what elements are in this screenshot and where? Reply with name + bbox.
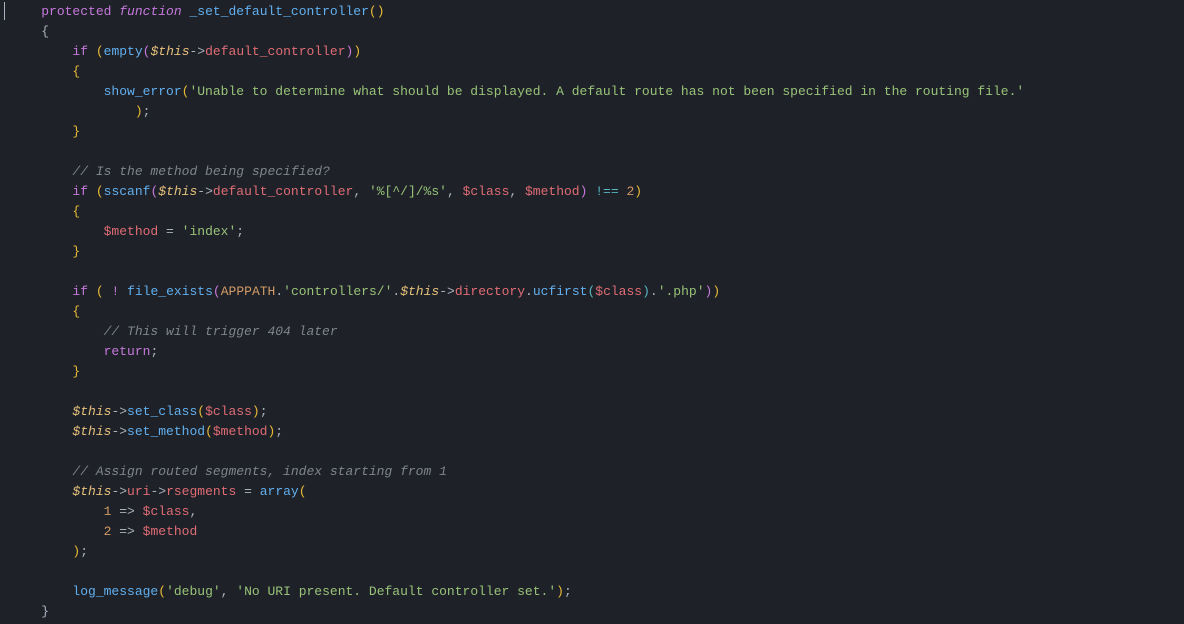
keyword: if [72, 184, 88, 199]
brace: { [72, 64, 80, 79]
code-line[interactable]: $this->set_method($method); [10, 422, 1184, 442]
text-cursor [4, 2, 5, 20]
code-line[interactable]: $method = 'index'; [10, 222, 1184, 242]
code-line[interactable]: { [10, 202, 1184, 222]
function-call: array [260, 484, 299, 499]
code-line[interactable]: } [10, 602, 1184, 622]
comment: // Assign routed segments, index startin… [72, 464, 446, 479]
keyword: if [72, 284, 88, 299]
code-line[interactable] [10, 562, 1184, 582]
brace: } [72, 364, 80, 379]
method-call: set_class [127, 404, 197, 419]
variable: $method [104, 224, 159, 239]
code-line[interactable] [10, 142, 1184, 162]
keyword: function [119, 4, 181, 19]
code-editor[interactable]: protected function _set_default_controll… [0, 0, 1184, 624]
function-call: log_message [72, 584, 158, 599]
code-line[interactable]: // Is the method being specified? [10, 162, 1184, 182]
code-line[interactable]: { [10, 22, 1184, 42]
code-line[interactable]: // This will trigger 404 later [10, 322, 1184, 342]
code-line[interactable]: { [10, 62, 1184, 82]
code-line[interactable]: show_error('Unable to determine what sho… [10, 82, 1184, 102]
code-line[interactable]: ); [10, 542, 1184, 562]
code-line[interactable]: 2 => $method [10, 522, 1184, 542]
keyword: protected [41, 4, 111, 19]
code-line[interactable] [10, 442, 1184, 462]
code-line[interactable]: } [10, 242, 1184, 262]
code-line[interactable]: // Assign routed segments, index startin… [10, 462, 1184, 482]
function-call: empty [104, 44, 143, 59]
code-line[interactable]: return; [10, 342, 1184, 362]
code-line[interactable]: if (sscanf($this->default_controller, '%… [10, 182, 1184, 202]
variable: $this [150, 44, 189, 59]
method-call: set_method [127, 424, 205, 439]
code-line[interactable]: } [10, 122, 1184, 142]
comment: // This will trigger 404 later [104, 324, 338, 339]
code-line[interactable]: 1 => $class, [10, 502, 1184, 522]
string-literal: 'Unable to determine what should be disp… [189, 84, 1024, 99]
constant: APPPATH [221, 284, 276, 299]
brace: } [41, 604, 49, 619]
code-line[interactable]: $this->uri->rsegments = array( [10, 482, 1184, 502]
function-call: file_exists [127, 284, 213, 299]
code-line[interactable]: } [10, 362, 1184, 382]
code-line[interactable]: if ( ! file_exists(APPPATH.'controllers/… [10, 282, 1184, 302]
code-line[interactable]: $this->set_class($class); [10, 402, 1184, 422]
brace: { [72, 304, 80, 319]
brace: } [72, 244, 80, 259]
brace: { [41, 24, 49, 39]
function-call: sscanf [104, 184, 151, 199]
code-line[interactable]: log_message('debug', 'No URI present. De… [10, 582, 1184, 602]
function-name: _set_default_controller [189, 4, 368, 19]
string-literal: 'index' [182, 224, 237, 239]
code-line[interactable] [10, 382, 1184, 402]
brace: { [72, 204, 80, 219]
function-call: show_error [104, 84, 182, 99]
property: default_controller [205, 44, 345, 59]
code-line[interactable]: ); [10, 102, 1184, 122]
code-line[interactable]: if (empty($this->default_controller)) [10, 42, 1184, 62]
code-line[interactable] [10, 262, 1184, 282]
brace: } [72, 124, 80, 139]
comment: // Is the method being specified? [72, 164, 329, 179]
keyword: if [72, 44, 88, 59]
keyword: return [104, 344, 151, 359]
code-line[interactable]: { [10, 302, 1184, 322]
code-line[interactable]: protected function _set_default_controll… [10, 2, 1184, 22]
